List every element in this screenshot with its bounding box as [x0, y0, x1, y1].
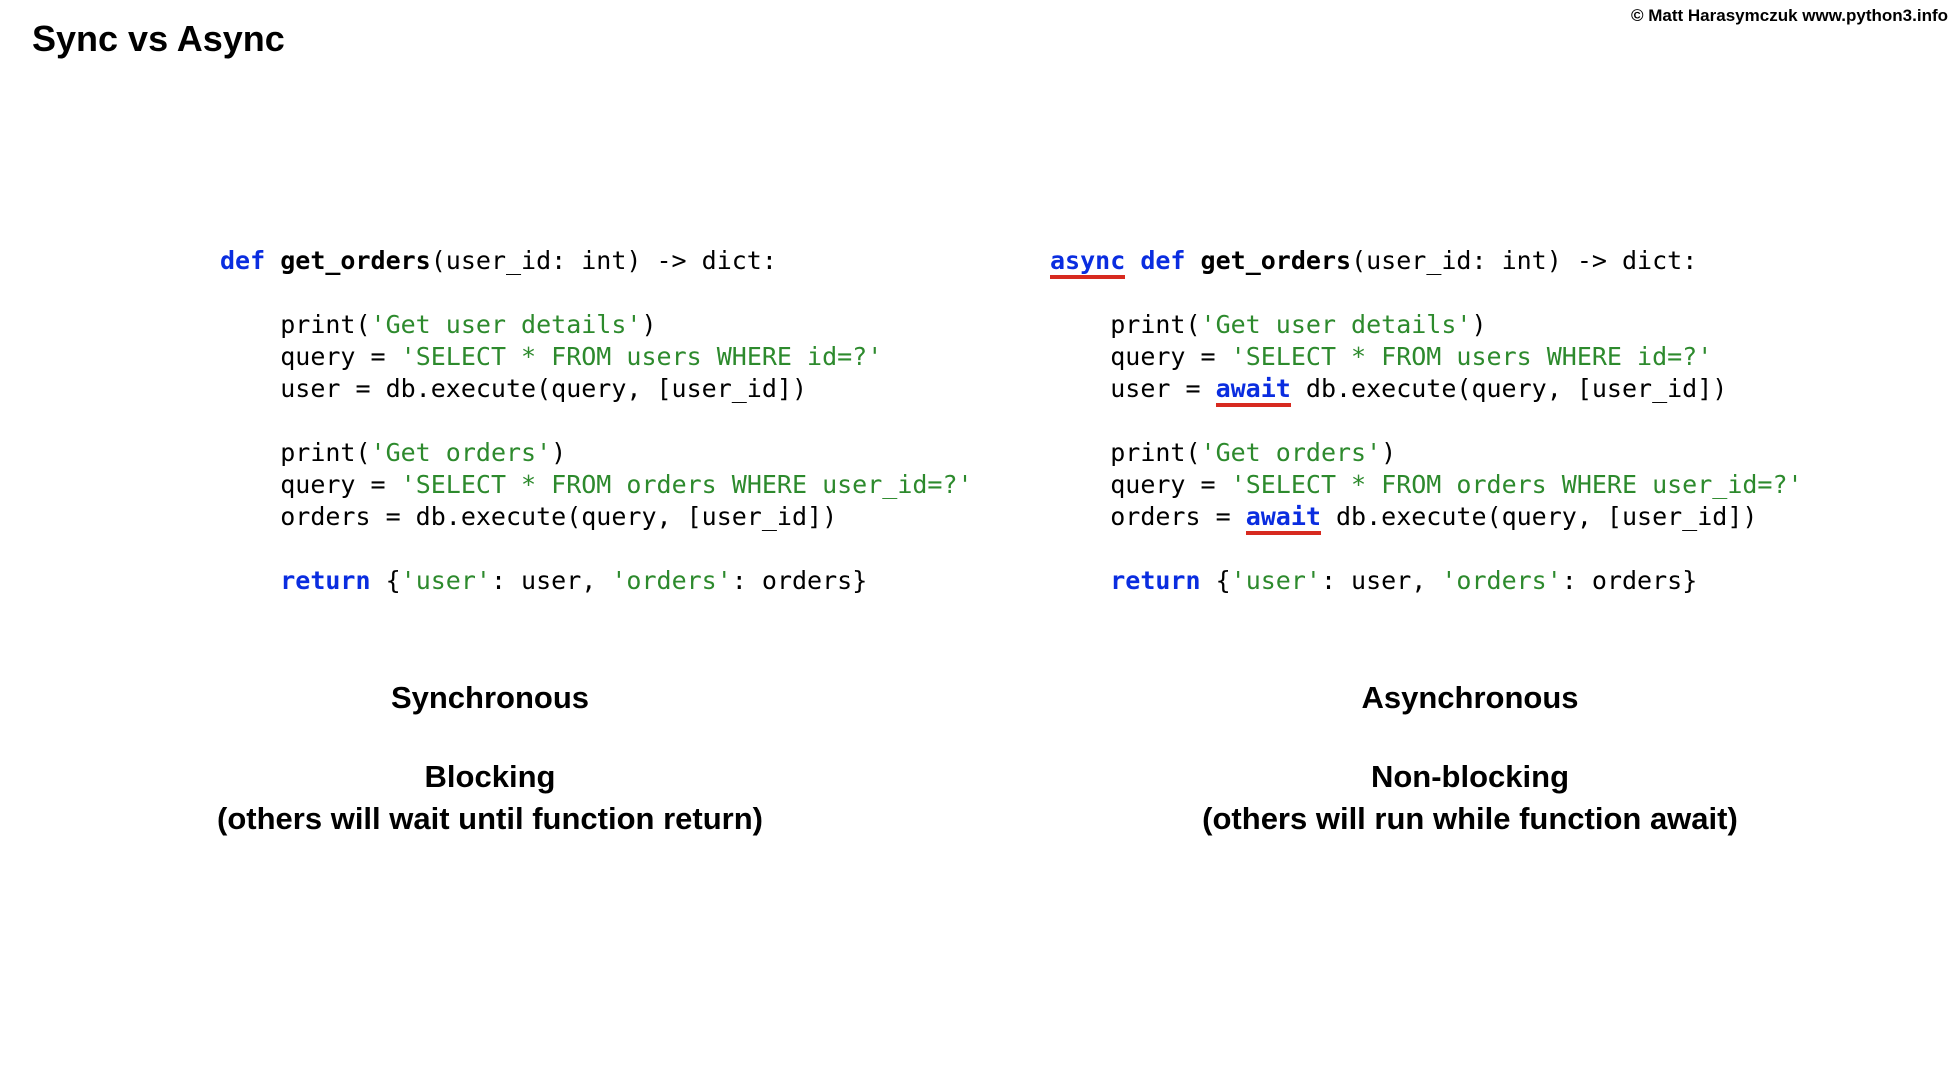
orders-assign-line: orders = db.execute(query, [user_id])	[280, 502, 837, 531]
string-query-users: 'SELECT * FROM users WHERE id=?'	[1231, 342, 1713, 371]
user-assign-head: user =	[1110, 374, 1215, 403]
string-user-key: 'user'	[401, 566, 491, 595]
function-name: get_orders	[1201, 246, 1352, 275]
string-get-user: 'Get user details'	[1201, 310, 1472, 339]
colon-orders: : orders}	[732, 566, 867, 595]
db-exec-tail: db.execute(query, [user_id])	[1321, 502, 1758, 531]
colon-orders: : orders}	[1562, 566, 1697, 595]
string-user-key: 'user'	[1231, 566, 1321, 595]
print-call: print(	[1110, 438, 1200, 467]
return-open: {	[1201, 566, 1231, 595]
sync-sub2: (others will wait until function return)	[217, 801, 763, 836]
close-paren: )	[1471, 310, 1486, 339]
orders-assign-head: orders =	[1110, 502, 1245, 531]
print-call: print(	[1110, 310, 1200, 339]
close-paren: )	[1381, 438, 1396, 467]
return-open: {	[371, 566, 401, 595]
print-call: print(	[280, 310, 370, 339]
keyword-def: def	[1140, 246, 1185, 275]
string-query-users: 'SELECT * FROM users WHERE id=?'	[401, 342, 883, 371]
async-column: async def get_orders(user_id: int) -> di…	[980, 245, 1960, 597]
keyword-await: await	[1216, 374, 1291, 407]
copyright-text: © Matt Harasymczuk www.python3.info	[1631, 6, 1948, 26]
keyword-await: await	[1246, 502, 1321, 535]
sync-column: def get_orders(user_id: int) -> dict: pr…	[0, 245, 980, 597]
async-sub: Non-blocking (others will run while func…	[980, 756, 1960, 840]
sync-sub: Blocking (others will wait until functio…	[0, 756, 980, 840]
colon-user: : user,	[1321, 566, 1441, 595]
string-orders-key: 'orders'	[611, 566, 731, 595]
print-call: print(	[280, 438, 370, 467]
string-query-orders: 'SELECT * FROM orders WHERE user_id=?'	[1231, 470, 1803, 499]
sync-heading: Synchronous	[0, 680, 980, 716]
query-assign: query =	[1110, 342, 1230, 371]
async-code-block: async def get_orders(user_id: int) -> di…	[1050, 245, 1960, 597]
signature-tail: (user_id: int) -> dict:	[1351, 246, 1697, 275]
async-sub1: Non-blocking	[1371, 759, 1569, 794]
string-get-orders: 'Get orders'	[371, 438, 552, 467]
signature-tail: (user_id: int) -> dict:	[431, 246, 777, 275]
function-name: get_orders	[280, 246, 431, 275]
code-columns: def get_orders(user_id: int) -> dict: pr…	[0, 245, 1960, 597]
async-sub2: (others will run while function await)	[1202, 801, 1738, 836]
async-heading: Asynchronous	[980, 680, 1960, 716]
string-get-user: 'Get user details'	[371, 310, 642, 339]
keyword-return: return	[280, 566, 370, 595]
query-assign: query =	[1110, 470, 1230, 499]
colon-user: : user,	[491, 566, 611, 595]
sync-code-block: def get_orders(user_id: int) -> dict: pr…	[220, 245, 980, 597]
query-assign: query =	[280, 470, 400, 499]
labels-row: Synchronous Blocking (others will wait u…	[0, 680, 1960, 840]
keyword-return: return	[1110, 566, 1200, 595]
string-get-orders: 'Get orders'	[1201, 438, 1382, 467]
keyword-async: async	[1050, 246, 1125, 279]
keyword-def: def	[220, 246, 265, 275]
page-title: Sync vs Async	[32, 18, 285, 60]
user-assign-line: user = db.execute(query, [user_id])	[280, 374, 807, 403]
sync-sub1: Blocking	[425, 759, 556, 794]
string-orders-key: 'orders'	[1441, 566, 1561, 595]
query-assign: query =	[280, 342, 400, 371]
db-exec-tail: db.execute(query, [user_id])	[1291, 374, 1728, 403]
async-labels: Asynchronous Non-blocking (others will r…	[980, 680, 1960, 840]
close-paren: )	[551, 438, 566, 467]
string-query-orders: 'SELECT * FROM orders WHERE user_id=?'	[401, 470, 973, 499]
sync-labels: Synchronous Blocking (others will wait u…	[0, 680, 980, 840]
close-paren: )	[641, 310, 656, 339]
